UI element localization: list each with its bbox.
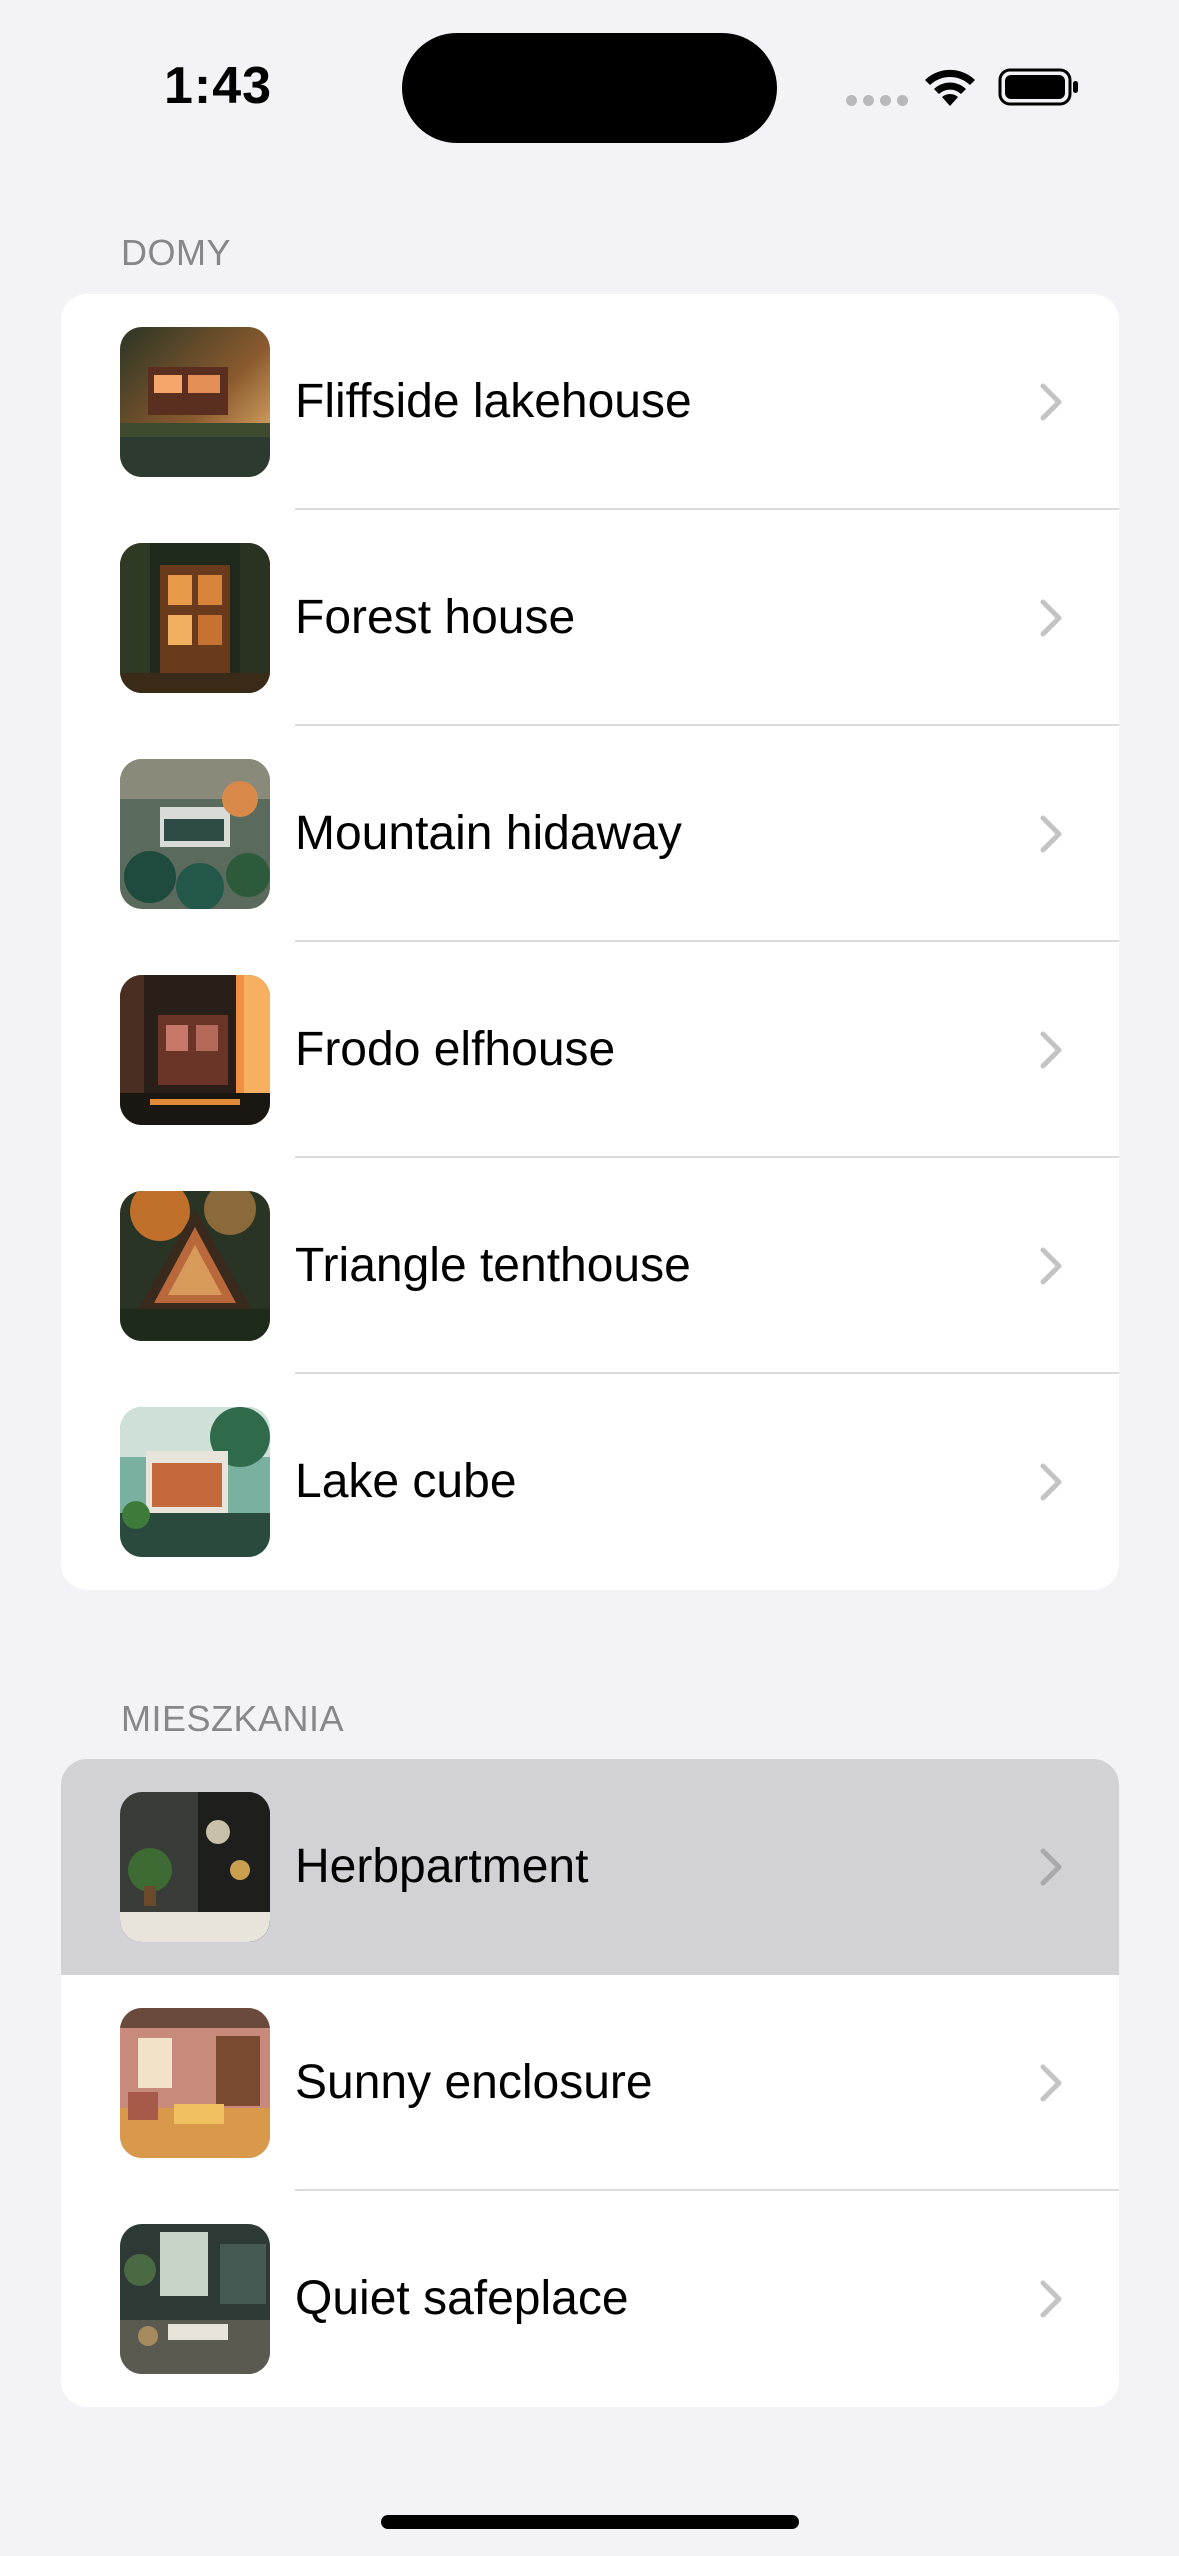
chevron-right-icon [1040,2280,1062,2318]
apartments-list: Herbpartment Sunny enclosure Quiet safep… [61,1759,1119,2407]
sunny-enclosure-thumbnail [120,2008,270,2158]
forest-house-thumbnail [120,543,270,693]
list-item-label: Forest house [295,591,576,644]
chevron-right-icon [1040,1031,1062,1069]
dynamic-island [402,33,777,143]
list-item-triangle-tenthouse[interactable]: Triangle tenthouse [61,1158,1119,1374]
status-bar: 1:43 [0,0,1179,160]
status-time: 1:43 [164,57,273,115]
cellular-signal-icon [846,95,908,106]
list-item-forest-house[interactable]: Forest house [61,510,1119,726]
tenthouse-thumbnail [120,1191,270,1341]
list-item-label: Triangle tenthouse [295,1239,691,1292]
elfhouse-thumbnail [120,975,270,1125]
list-item-mountain-hidaway[interactable]: Mountain hidaway [61,726,1119,942]
list-item-lake-cube[interactable]: Lake cube [61,1374,1119,1590]
section-header-domy: DOMY [121,232,231,273]
chevron-right-icon [1040,1463,1062,1501]
list-item-label: Quiet safeplace [295,2272,629,2325]
chevron-right-icon [1040,815,1062,853]
quiet-safeplace-thumbnail [120,2224,270,2374]
list-item-quiet-safeplace[interactable]: Quiet safeplace [61,2191,1119,2407]
list-item-label: Mountain hidaway [295,807,682,860]
list-item-fliffside-lakehouse[interactable]: Fliffside lakehouse [61,294,1119,510]
list-item-label: Frodo elfhouse [295,1023,616,1076]
home-indicator[interactable] [381,2515,799,2529]
herbpartment-thumbnail [120,1792,270,1942]
chevron-right-icon [1040,1247,1062,1285]
list-item-sunny-enclosure[interactable]: Sunny enclosure [61,1975,1119,2191]
chevron-right-icon [1040,1848,1062,1886]
chevron-right-icon [1040,599,1062,637]
list-item-label: Fliffside lakehouse [295,375,692,428]
list-item-label: Sunny enclosure [295,2056,653,2109]
wifi-icon [925,69,975,106]
lake-cube-thumbnail [120,1407,270,1557]
lakehouse-thumbnail [120,327,270,477]
list-item-label: Lake cube [295,1455,517,1508]
battery-icon [998,68,1078,106]
list-item-herbpartment[interactable]: Herbpartment [61,1759,1119,1975]
list-item-frodo-elfhouse[interactable]: Frodo elfhouse [61,942,1119,1158]
list-item-label: Herbpartment [295,1840,589,1893]
houses-list: Fliffside lakehouse Forest house Mountai… [61,294,1119,1590]
chevron-right-icon [1040,383,1062,421]
chevron-right-icon [1040,2064,1062,2102]
section-header-mieszkania: MIESZKANIA [121,1698,345,1739]
mountain-hideaway-thumbnail [120,759,270,909]
